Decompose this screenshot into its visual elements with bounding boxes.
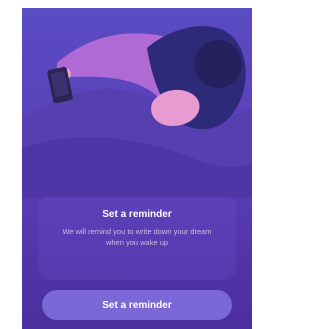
onboarding-title: Set a reminder	[102, 209, 172, 220]
sleeping-person-illustration	[22, 26, 252, 198]
onboarding-description: We will remind you to write down your dr…	[62, 227, 212, 247]
onboarding-card: Set a reminder We will remind you to wri…	[22, 8, 252, 329]
head-shape	[194, 40, 242, 88]
set-reminder-button[interactable]: Set a reminder	[42, 290, 232, 320]
